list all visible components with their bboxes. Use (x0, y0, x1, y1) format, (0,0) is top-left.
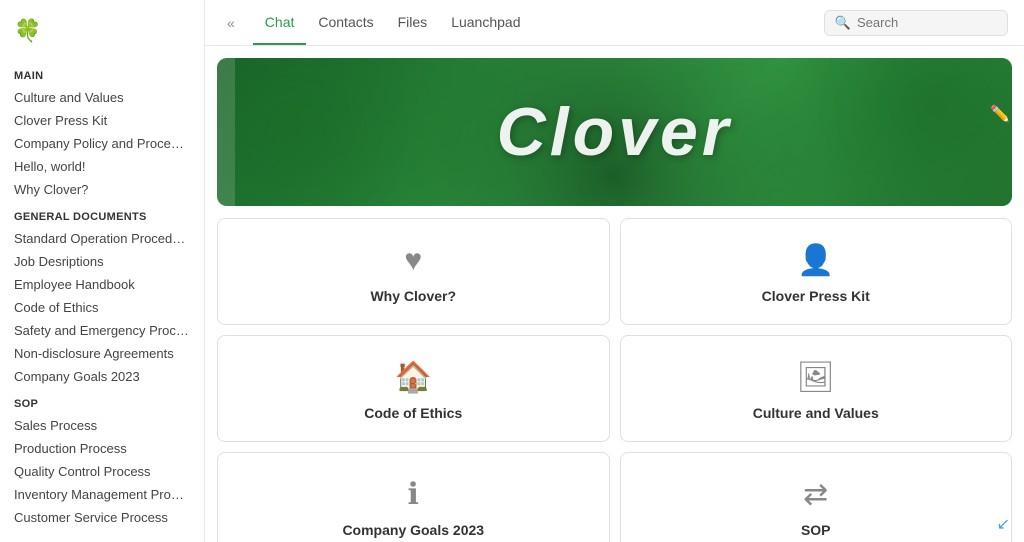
search-input[interactable] (857, 15, 997, 30)
sidebar-item-company-goals[interactable]: Company Goals 2023 (0, 365, 204, 388)
sidebar-item-clover-press-kit[interactable]: Clover Press Kit (0, 109, 204, 132)
sidebar-section-main: MAIN (0, 60, 204, 86)
tab-launchpad[interactable]: Luanchpad (439, 0, 532, 45)
card-label-clover-press-kit: Clover Press Kit (762, 288, 870, 304)
collapse-button[interactable]: « (221, 11, 241, 35)
sidebar-item-culture-values[interactable]: Culture and Values (0, 86, 204, 109)
card-culture-values[interactable]: 🖼 Culture and Values (620, 335, 1013, 442)
tab-contacts[interactable]: Contacts (306, 0, 385, 45)
swap-icon: ⇄ (803, 477, 828, 512)
card-sop[interactable]: ⇄ SOP (620, 452, 1013, 542)
card-label-culture-values: Culture and Values (753, 405, 879, 421)
expand-arrow-icon[interactable]: ↙ (997, 514, 1010, 534)
sidebar: 🍀 MAINCulture and ValuesClover Press Kit… (0, 0, 205, 542)
edit-pencil-icon[interactable]: ✏️ (990, 104, 1010, 124)
content-area: Clover ✏️ ♥ Why Clover? 👤 Clover Press Kit 🏠… (205, 46, 1024, 542)
addressbook-icon: 👤 (797, 243, 834, 278)
sidebar-item-hello-world[interactable]: Hello, world! (0, 155, 204, 178)
card-clover-press-kit[interactable]: 👤 Clover Press Kit (620, 218, 1013, 325)
sidebar-item-quality-control[interactable]: Quality Control Process (0, 460, 204, 483)
sidebar-item-employee-handbook[interactable]: Employee Handbook (0, 273, 204, 296)
sidebar-item-standard-op[interactable]: Standard Operation Procedures (0, 227, 204, 250)
tab-chat[interactable]: Chat (253, 0, 307, 45)
sidebar-item-why-clover[interactable]: Why Clover? (0, 178, 204, 201)
sidebar-item-customer-service[interactable]: Customer Service Process (0, 506, 204, 529)
sidebar-item-non-disclosure[interactable]: Non-disclosure Agreements (0, 342, 204, 365)
sidebar-item-production-process[interactable]: Production Process (0, 437, 204, 460)
card-label-why-clover: Why Clover? (370, 288, 456, 304)
sidebar-item-job-descriptions[interactable]: Job Desriptions (0, 250, 204, 273)
card-label-sop: SOP (801, 522, 831, 538)
tab-files[interactable]: Files (386, 0, 440, 45)
sidebar-item-safety-emergency[interactable]: Safety and Emergency Procedures (0, 319, 204, 342)
info-icon: ℹ (408, 477, 419, 512)
hero-stripe (217, 58, 235, 206)
sidebar-section-general-documents: GENERAL DOCUMENTS (0, 201, 204, 227)
heart-icon: ♥ (404, 244, 422, 278)
sidebar-item-company-policy[interactable]: Company Policy and Procedures (0, 132, 204, 155)
sidebar-item-inventory-mgmt[interactable]: Inventory Management Process (0, 483, 204, 506)
search-icon: 🔍 (835, 15, 851, 31)
sidebar-section-sop: SOP (0, 388, 204, 414)
sidebar-item-sales-process[interactable]: Sales Process (0, 414, 204, 437)
cards-grid: ♥ Why Clover? 👤 Clover Press Kit 🏠 Code of Et… (205, 218, 1024, 542)
clover-logo-icon: 🍀 (14, 18, 42, 46)
app-logo: 🍀 (0, 10, 204, 60)
image-icon: 🖼 (797, 360, 835, 395)
house-icon: 🏠 (395, 360, 432, 395)
card-code-ethics[interactable]: 🏠 Code of Ethics (217, 335, 610, 442)
main-area: « ChatContactsFilesLuanchpad 🔍 Clover ✏️… (205, 0, 1024, 542)
card-company-goals-2023[interactable]: ℹ Company Goals 2023 (217, 452, 610, 542)
topnav: « ChatContactsFilesLuanchpad 🔍 (205, 0, 1024, 46)
hero-title: Clover (497, 93, 733, 171)
card-label-company-goals-2023: Company Goals 2023 (342, 522, 484, 538)
hero-banner: Clover (217, 58, 1012, 206)
sidebar-item-code-ethics[interactable]: Code of Ethics (0, 296, 204, 319)
card-label-code-ethics: Code of Ethics (364, 405, 462, 421)
card-why-clover[interactable]: ♥ Why Clover? (217, 218, 610, 325)
search-bar[interactable]: 🔍 (824, 10, 1008, 36)
